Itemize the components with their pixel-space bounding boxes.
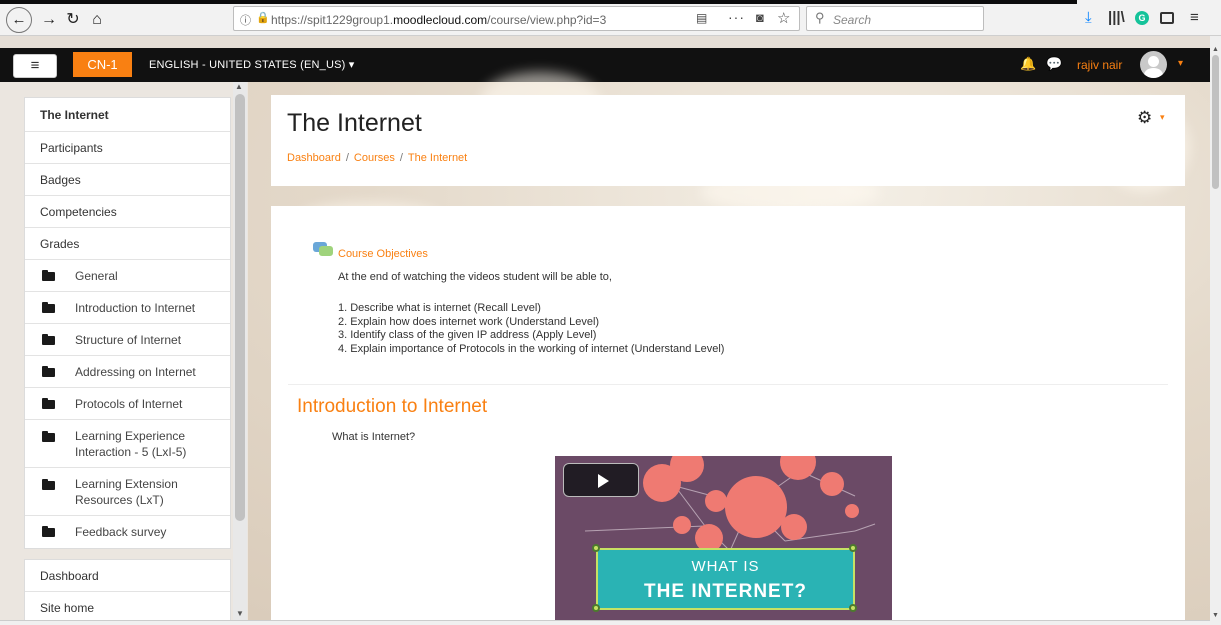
folder-icon [42,366,55,377]
sidebar-item-course-home[interactable]: The Internet [25,98,230,132]
breadcrumb: Dashboard / Courses / The Internet [287,152,468,164]
page-header: The Internet Dashboard / Courses / The Inter… [271,95,1185,186]
reader-view-icon[interactable]: ▤ [696,11,707,25]
sidebar-item-grades[interactable]: Grades [25,228,230,260]
course-short-name[interactable]: CN-1 [73,52,132,77]
scroll-down-arrow-icon[interactable]: ▼ [236,609,244,618]
reload-button[interactable]: ↻ [62,9,84,31]
site-nav-card: Dashboard Site home [24,559,231,625]
course-objectives-link[interactable]: Course Objectives [338,248,428,260]
scroll-down-arrow-icon[interactable]: ▼ [1212,612,1219,619]
forum-icon [313,242,333,257]
video-title-line2: THE INTERNET? [644,581,807,602]
page-scrollbar[interactable]: ▲ ▼ [1210,36,1221,625]
video-title-line1: WHAT IS [691,558,760,575]
section-question: What is Internet? [332,431,416,443]
gear-icon[interactable]: ⚙ [1137,108,1152,128]
active-tab[interactable] [1077,0,1221,4]
sidebar-item-dashboard[interactable]: Dashboard [25,560,230,592]
folder-icon [42,431,55,442]
page-scroll-thumb[interactable] [1212,55,1219,189]
pocket-icon[interactable]: ◙ [756,10,764,25]
folder-icon [42,270,55,281]
video-title-banner: WHAT IS THE INTERNET? [592,544,857,612]
search-icon: ⚲ [815,10,825,25]
download-icon[interactable]: ⤓ [1085,8,1092,28]
sidebar-section-addressing[interactable]: Addressing on Internet [25,356,230,388]
home-button[interactable]: ⌂ [86,9,108,31]
avatar[interactable] [1140,51,1167,78]
objectives-list: 1. Describe what is internet (Recall Lev… [338,302,724,356]
list-item: 2. Explain how does internet work (Under… [338,315,600,328]
navbar-top-gap [0,36,1210,48]
drawer-scrollbar[interactable]: ▲ ▼ [233,82,247,625]
lock-icon[interactable]: 🔒 [256,11,270,24]
search-placeholder: Search [833,13,872,27]
sidebar-section-introduction[interactable]: Introduction to Internet [25,292,230,324]
folder-icon [42,526,55,537]
sidebar-section-lxi[interactable]: Learning Experience Interaction - 5 (LxI-… [25,420,230,468]
sidebar-section-feedback[interactable]: Feedback survey [25,516,230,548]
drawer-scroll-thumb[interactable] [235,94,245,521]
breadcrumb-course[interactable]: The Internet [408,152,467,164]
url-text[interactable]: https://spit1229group1.moodlecloud.com/c… [271,13,606,27]
video-play-button[interactable] [563,463,639,497]
scroll-up-arrow-icon[interactable]: ▲ [235,82,243,91]
sidebar-item-participants[interactable]: Participants [25,132,230,164]
moodle-navbar: ≡ CN-1 ENGLISH - UNITED STATES (EN_US) ▾… [0,48,1210,82]
notifications-bell-icon[interactable]: 🔔 [1020,56,1036,72]
folder-icon [42,334,55,345]
folder-icon [42,479,55,490]
page-title: The Internet [287,109,422,137]
scroll-up-arrow-icon[interactable]: ▲ [1212,46,1219,53]
sidebar-item-competencies[interactable]: Competencies [25,196,230,228]
sidebar-section-protocols[interactable]: Protocols of Internet [25,388,230,420]
search-input[interactable]: ⚲ Search [806,6,984,31]
horizontal-scrollbar[interactable] [0,620,1210,625]
sidebar-section-lxt[interactable]: Learning Extension Resources (LxT) [25,468,230,516]
nav-drawer: The Internet Participants Badges Compete… [0,82,248,625]
video-thumbnail[interactable]: WHAT IS THE INTERNET? [555,456,892,625]
page-actions-icon[interactable]: ··· [728,9,745,25]
list-item: 4. Explain importance of Protocols in th… [338,342,725,355]
folder-icon [42,398,55,409]
forward-button[interactable]: → [38,9,60,31]
breadcrumb-courses[interactable]: Courses [354,152,395,164]
sidebar-item-badges[interactable]: Badges [25,164,230,196]
section-title[interactable]: Introduction to Internet [297,396,487,418]
list-item: 3. Identify class of the given IP addres… [338,329,597,341]
folder-icon [42,302,55,313]
back-button[interactable]: ← [6,7,32,33]
list-item: 1. Describe what is internet (Recall Lev… [338,302,541,314]
sidebar-toggle-icon[interactable] [1160,12,1174,24]
language-menu[interactable]: ENGLISH - UNITED STATES (EN_US) ▾ [149,58,354,71]
tab-strip [0,0,1221,4]
breadcrumb-dashboard[interactable]: Dashboard [287,152,341,164]
info-icon[interactable]: ⓘ [240,12,251,28]
user-name[interactable]: rajiv nair [1077,58,1122,72]
section-divider [288,384,1168,385]
sidebar-section-structure[interactable]: Structure of Internet [25,324,230,356]
drawer-toggle-button[interactable]: ≡ [13,54,57,78]
objectives-intro: At the end of watching the videos studen… [338,271,612,283]
url-bar[interactable]: ⓘ 🔒 https://spit1229group1.moodlecloud.c… [233,6,800,31]
browser-toolbar: ← → ↻ ⌂ ⓘ 🔒 https://spit1229group1.moodl… [0,0,1221,36]
messages-chat-icon[interactable]: 💬 [1046,56,1062,72]
user-menu-caret-icon[interactable]: ▾ [1178,58,1183,69]
bookmark-star-icon[interactable]: ☆ [777,9,790,27]
sidebar-section-general[interactable]: General [25,260,230,292]
library-icon[interactable]: |||\ [1108,8,1125,28]
course-nav-card: The Internet Participants Badges Compete… [24,97,231,549]
chevron-down-icon[interactable]: ▾ [1160,112,1165,123]
hamburger-menu-icon[interactable]: ≡ [1190,8,1199,28]
grammarly-icon[interactable]: G [1135,11,1149,25]
course-content: Course Objectives At the end of watching… [271,206,1185,625]
